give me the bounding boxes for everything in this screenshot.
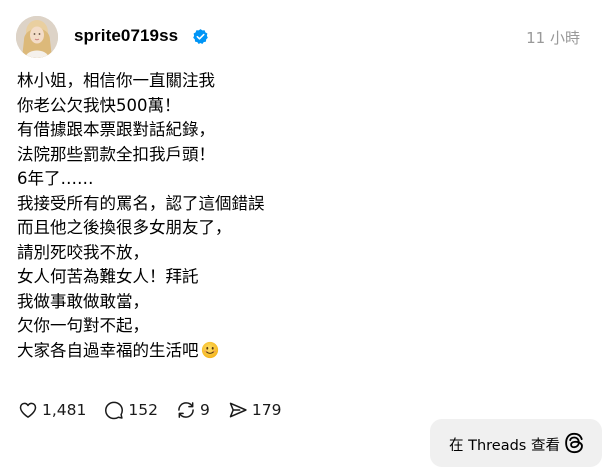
like-count: 1,481 (42, 401, 87, 419)
post-text-line: 我接受所有的罵名，認了這個錯誤 (17, 193, 265, 213)
view-on-threads-button[interactable]: 在 Threads 查看 (430, 419, 602, 467)
post-body: 林小姐，相信你一直關注我 你老公欠我快500萬！ 有借據跟本票跟對話紀錄， 法院… (17, 69, 577, 363)
username[interactable]: sprite0719ss (74, 26, 178, 46)
post-text-line: 請別死咬我不放， (17, 242, 149, 262)
avatar[interactable] (16, 16, 58, 58)
post-text-line: 欠你一句對不起， (17, 316, 149, 335)
reply-button[interactable]: 152 (104, 400, 158, 420)
post-timestamp: 11 小時 (526, 29, 580, 47)
comment-icon (105, 401, 124, 420)
avatar-image (16, 16, 58, 58)
post-actions: 1,481 152 9 179 (18, 398, 299, 422)
threads-post: sprite0719ss 11 小時 林小姐，相信你一直關注我 你老公欠我快50… (0, 0, 604, 473)
view-on-threads-label: 在 Threads 查看 (449, 438, 560, 454)
post-text-line: 林小姐，相信你一直關注我 (17, 71, 215, 90)
share-button[interactable]: 179 (228, 400, 282, 420)
verified-badge-icon (193, 29, 208, 44)
reply-count: 152 (128, 401, 158, 419)
heart-icon (19, 402, 37, 418)
post-text-last-line: 大家各自過幸福的生活吧 (17, 339, 577, 364)
share-icon (229, 402, 247, 418)
threads-logo-icon (565, 432, 583, 454)
post-text-line: 女人何苦為難女人！拜託 (17, 267, 199, 286)
repost-icon (178, 402, 194, 418)
post-text-line: 法院那些罰款全扣我戶頭！ (17, 144, 215, 164)
post-text-line: 你老公欠我快500萬！ (17, 95, 181, 115)
slightly-smiling-face-emoji-icon (201, 341, 218, 358)
post-text-line: 6年了…… (17, 169, 94, 188)
like-button[interactable]: 1,481 (18, 400, 86, 420)
repost-count: 9 (199, 401, 210, 419)
post-header: sprite0719ss 11 小時 (16, 16, 588, 58)
post-text-line: 而且他之後換很多女朋友了， (17, 218, 232, 237)
share-count: 179 (251, 401, 282, 419)
post-text-line: 我做事敢做敢當， (17, 291, 149, 311)
repost-button[interactable]: 9 (176, 400, 210, 420)
post-text-line: 有借據跟本票跟對話紀錄， (17, 120, 215, 139)
post-text-line: 大家各自過幸福的生活吧 (17, 340, 199, 360)
